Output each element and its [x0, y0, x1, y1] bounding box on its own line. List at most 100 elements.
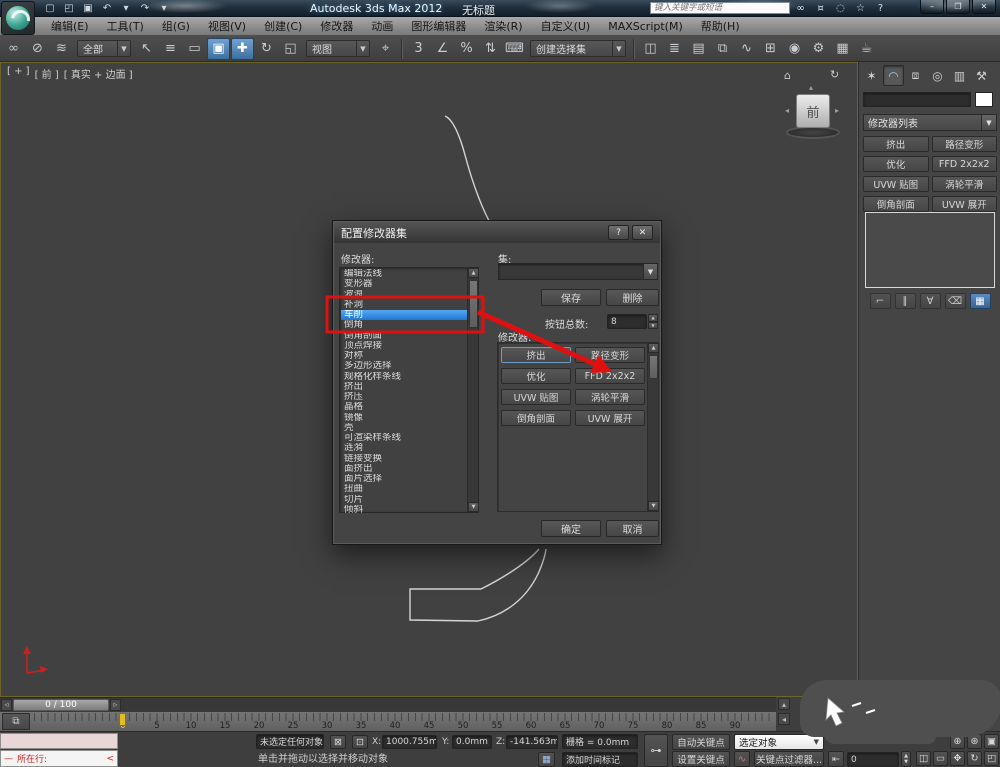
modifier-list-item[interactable]: 变形器: [341, 279, 467, 289]
z-coordinate-field[interactable]: -141.563m: [506, 735, 558, 749]
modifier-list-dropdown[interactable]: 修改器列表 ▼: [863, 114, 997, 131]
track-left-icon[interactable]: ◂: [778, 713, 790, 725]
modifier-list-item[interactable]: 顶点焊接: [341, 341, 467, 351]
favorites-star-icon[interactable]: ☆: [854, 3, 867, 14]
show-end-result-icon[interactable]: ∥: [895, 293, 916, 309]
scrollbar-thumb[interactable]: [469, 280, 478, 328]
modifier-list-item[interactable]: 镜像: [341, 413, 467, 423]
select-by-name-icon[interactable]: ≡: [159, 38, 182, 60]
mirror-icon[interactable]: ◫: [639, 38, 662, 60]
auto-key-button[interactable]: 自动关键点: [672, 734, 730, 750]
next-frame-button[interactable]: ▹: [110, 699, 121, 711]
tab-display[interactable]: ▥: [949, 65, 970, 86]
modifier-button[interactable]: 路径变形: [932, 136, 998, 152]
named-selection-sets-dropdown[interactable]: 创建选择集▼: [530, 40, 626, 57]
redo-icon[interactable]: ↷: [137, 2, 153, 16]
modifier-list-item[interactable]: 规格化样条线: [341, 372, 467, 382]
tab-create[interactable]: ✶: [861, 65, 882, 86]
total-buttons-spinner[interactable]: ▲▼: [648, 314, 658, 329]
modifier-button[interactable]: 路径变形: [575, 347, 645, 363]
use-pivot-point-center-icon[interactable]: ⌖: [374, 38, 397, 60]
viewcube-face[interactable]: 前: [796, 94, 830, 128]
window-crossing-icon[interactable]: ▣: [207, 38, 230, 60]
viewport-label-part[interactable]: 真实 + 边面: [64, 66, 133, 81]
modifier-list-item[interactable]: 多边形选择: [341, 361, 467, 371]
search-binoculars-icon[interactable]: ∞: [794, 3, 807, 14]
rectangular-selection-region-icon[interactable]: ▭: [183, 38, 206, 60]
time-tag-icon[interactable]: ▦: [538, 752, 555, 767]
material-editor-icon[interactable]: ◉: [783, 38, 806, 60]
frame-spinner[interactable]: ▲▼: [901, 751, 911, 767]
pin-stack-icon[interactable]: ⌐: [870, 293, 891, 309]
select-and-move-icon[interactable]: ✚: [231, 38, 254, 60]
modifier-list-item[interactable]: 挤压: [341, 392, 467, 402]
modifier-list-item[interactable]: 倒角剖面: [341, 331, 467, 341]
angle-snap-toggle-icon[interactable]: ∠: [431, 38, 454, 60]
dialog-title-bar[interactable]: 配置修改器集 ? ✕: [334, 222, 660, 243]
modifier-list-item[interactable]: 晶格: [341, 402, 467, 412]
object-name-field[interactable]: [863, 92, 971, 107]
modifier-list-item[interactable]: 倾斜: [341, 505, 467, 515]
scroll-up-icon[interactable]: ▲: [468, 268, 479, 278]
help-icon[interactable]: ?: [874, 3, 887, 14]
open-file-icon[interactable]: ◰: [61, 2, 77, 16]
selection-filter-dropdown[interactable]: 全部▼: [77, 40, 131, 57]
viewcube-arrow-left-icon[interactable]: ◂: [785, 106, 789, 115]
menu-item[interactable]: 图形编辑器: [402, 18, 475, 34]
remove-modifier-icon[interactable]: ⌫: [945, 293, 966, 309]
unlink-selection-icon[interactable]: ⊘: [26, 38, 49, 60]
select-and-rotate-icon[interactable]: ↻: [255, 38, 278, 60]
undo-icon[interactable]: ↶: [99, 2, 115, 16]
modifier-button[interactable]: 挤出: [501, 347, 571, 363]
list-scrollbar[interactable]: ▲ ▼: [467, 268, 478, 512]
menu-item[interactable]: 动画: [362, 18, 402, 34]
group-scrollbar[interactable]: ▲ ▼: [647, 343, 658, 511]
modifier-button[interactable]: UVW 贴图: [863, 176, 929, 192]
modifier-list-item[interactable]: 壳: [341, 423, 467, 433]
schematic-view-icon[interactable]: ⊞: [759, 38, 782, 60]
modifier-list-item[interactable]: 可渲染样条线: [341, 433, 467, 443]
modifier-list-item[interactable]: 车削: [341, 310, 467, 320]
layer-manager-icon[interactable]: ▤: [687, 38, 710, 60]
close-button[interactable]: ✕: [972, 0, 996, 14]
set-key-mode-icon[interactable]: ⊶: [644, 734, 668, 767]
modifier-list-item[interactable]: 对称: [341, 351, 467, 361]
modifier-button[interactable]: FFD 2x2x2: [932, 156, 998, 172]
modifier-list-item[interactable]: 面挤出: [341, 464, 467, 474]
modifier-button[interactable]: UVW 展开: [932, 196, 998, 212]
modifier-stack-list[interactable]: [865, 212, 995, 288]
maxscript-mini-recorder[interactable]: [0, 733, 118, 749]
track-bar[interactable]: ⧉ 051015202530354045505560657075808590: [0, 711, 776, 731]
modifier-button[interactable]: 倒角剖面: [501, 410, 571, 426]
cancel-button[interactable]: 取消: [606, 520, 659, 537]
tab-motion[interactable]: ◎: [927, 65, 948, 86]
viewcube[interactable]: ⌂ ↻ 前 ▴ ◂ ▸: [776, 68, 854, 152]
scroll-down-icon[interactable]: ▼: [648, 501, 659, 511]
spinner-snap-toggle-icon[interactable]: ⇅: [479, 38, 502, 60]
selection-lock-toggle-icon[interactable]: ⊠: [330, 735, 346, 749]
ok-button[interactable]: 确定: [541, 520, 601, 537]
configure-modifier-sets-icon[interactable]: ▦: [970, 293, 991, 309]
minimize-button[interactable]: –: [920, 0, 944, 14]
redo-dropdown-icon[interactable]: ▾: [156, 2, 172, 16]
menu-item[interactable]: 视图(V): [199, 18, 255, 34]
viewcube-arrow-up-icon[interactable]: ▴: [809, 83, 813, 92]
maximize-viewport-toggle-icon[interactable]: ◰: [984, 751, 999, 766]
viewport-label-part[interactable]: +: [7, 66, 30, 81]
menu-item[interactable]: 自定义(U): [532, 18, 600, 34]
modifier-button[interactable]: UVW 展开: [575, 410, 645, 426]
sets-dropdown[interactable]: ▼: [498, 263, 658, 280]
modifier-button[interactable]: FFD 2x2x2: [575, 368, 645, 384]
menu-item[interactable]: 渲染(R): [475, 18, 531, 34]
scroll-up-icon[interactable]: ▲: [648, 343, 659, 353]
modifier-list-item[interactable]: 挤出: [341, 382, 467, 392]
maximize-button[interactable]: ❐: [946, 0, 970, 14]
default-tangent-icon[interactable]: ∿: [734, 751, 750, 767]
menu-item[interactable]: 修改器: [311, 18, 362, 34]
modifier-list-item[interactable]: 切片: [341, 495, 467, 505]
subscription-key-icon[interactable]: ¤: [814, 3, 827, 14]
viewcube-rotate-icon[interactable]: ↻: [830, 68, 839, 81]
keyboard-override-toggle-icon[interactable]: ◫: [916, 751, 931, 766]
modifier-list-item[interactable]: 链接变换: [341, 454, 467, 464]
modifier-button[interactable]: 优化: [501, 368, 571, 384]
